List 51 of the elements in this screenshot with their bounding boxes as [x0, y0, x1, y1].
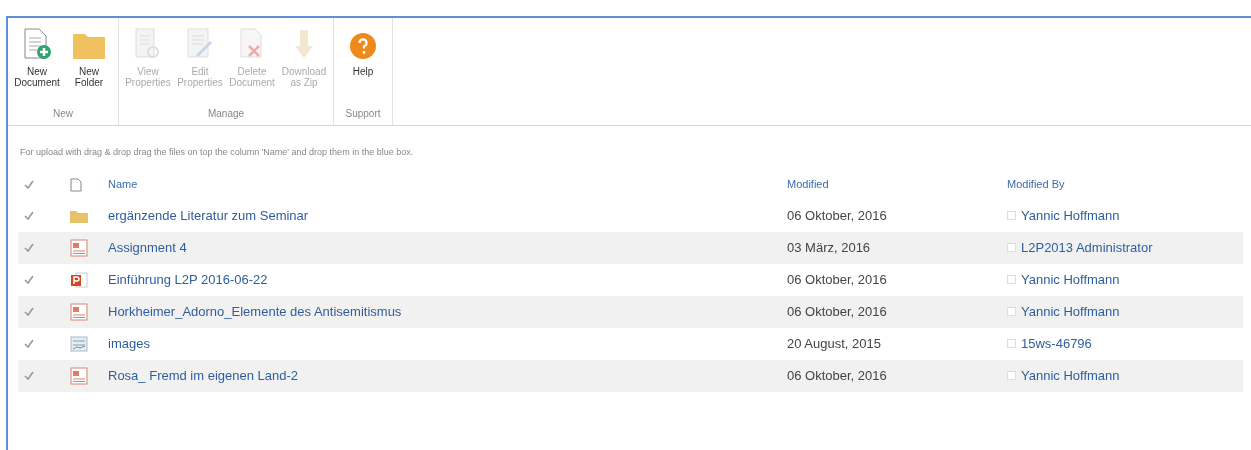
ribbon-button[interactable]: New Document — [12, 22, 62, 106]
ribbon-button[interactable]: New Folder — [64, 22, 114, 106]
image-file-icon — [70, 335, 88, 352]
presence-icon — [1007, 243, 1016, 252]
ribbon-group-label: New — [52, 107, 74, 121]
pdf-file-icon — [70, 366, 88, 385]
user-link[interactable]: 15ws-46796 — [1021, 333, 1092, 354]
presentation-file-icon — [70, 270, 88, 289]
ribbon-group-label: Manage — [206, 107, 246, 121]
new-document-icon — [22, 28, 52, 60]
check-icon[interactable] — [24, 243, 34, 252]
user-link[interactable]: L2P2013 Administrator — [1021, 237, 1153, 258]
presence-icon — [1007, 371, 1016, 380]
help-icon — [349, 32, 377, 60]
file-name-link[interactable]: Einführung L2P 2016-06-22 — [108, 269, 787, 290]
user-link[interactable]: Yannic Hoffmann — [1021, 205, 1120, 226]
user-link[interactable]: Yannic Hoffmann — [1021, 301, 1120, 322]
check-icon[interactable] — [24, 180, 34, 189]
file-name-link[interactable]: Horkheimer_Adorno_Elemente des Antisemitismus — [108, 301, 787, 322]
presence-icon — [1007, 307, 1016, 316]
file-name-link[interactable]: Assignment 4 — [108, 237, 787, 258]
column-header[interactable]: Name — [108, 176, 787, 193]
modified-date: 03 März, 2016 — [787, 238, 872, 257]
edit-document-icon — [185, 28, 215, 60]
user-link[interactable]: Yannic Hoffmann — [1021, 365, 1120, 386]
pdf-file-icon — [70, 302, 88, 321]
presence-icon — [1007, 275, 1016, 284]
check-icon[interactable] — [24, 275, 34, 284]
modified-date: 20 August, 2015 — [787, 334, 882, 353]
modified-date: 06 Oktober, 2016 — [787, 206, 888, 225]
file-name-link[interactable]: Rosa_ Fremd im eigenen Land-2 — [108, 365, 787, 386]
file-name-link[interactable]: ergänzende Literatur zum Seminar — [108, 205, 787, 226]
modified-date: 06 Oktober, 2016 — [787, 366, 888, 385]
file-name-link[interactable]: images — [108, 333, 787, 354]
check-icon[interactable] — [24, 371, 34, 380]
check-icon[interactable] — [24, 339, 34, 348]
presence-icon — [1007, 339, 1016, 348]
pdf-file-icon — [70, 238, 88, 257]
column-header[interactable]: Modified By — [1007, 176, 1065, 193]
column-header[interactable]: Modified — [787, 176, 1007, 193]
modified-date: 06 Oktober, 2016 — [787, 302, 888, 321]
check-icon[interactable] — [24, 307, 34, 316]
ribbon-group-label: Support — [344, 107, 382, 121]
document-icon — [70, 177, 82, 192]
ribbon-button[interactable]: Help — [338, 22, 388, 106]
folder-icon — [70, 208, 88, 223]
presence-icon — [1007, 211, 1016, 220]
check-icon[interactable] — [24, 211, 34, 220]
user-link[interactable]: Yannic Hoffmann — [1021, 269, 1120, 290]
upload-hint: For upload with drag & drop drag the files on top the column 'Name' and drop them in the blue box. — [19, 146, 415, 159]
modified-date: 06 Oktober, 2016 — [787, 270, 888, 289]
